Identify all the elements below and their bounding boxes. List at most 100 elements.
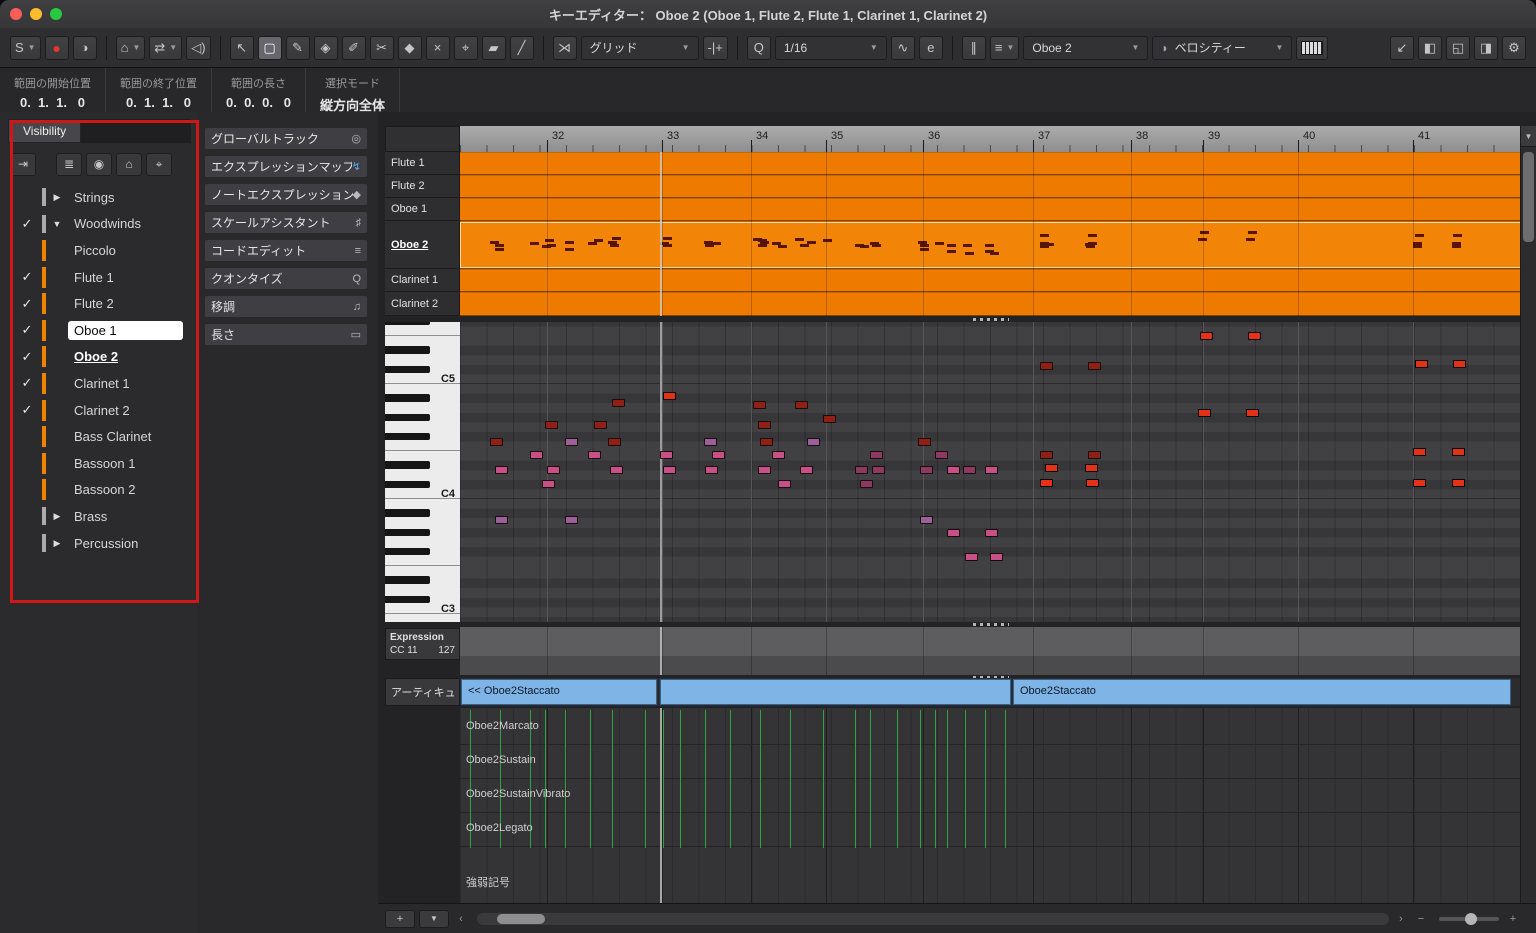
range-length-value[interactable]: 0. 0. 0. 0 — [226, 95, 291, 110]
midi-note[interactable] — [610, 466, 623, 474]
pin-button[interactable]: ⇥ — [10, 153, 36, 176]
folder-closed-icon[interactable]: ▶ — [46, 511, 68, 522]
midi-note[interactable] — [1088, 362, 1101, 370]
lane-label[interactable]: Clarinet 1 — [385, 269, 460, 292]
midi-note[interactable] — [800, 466, 813, 474]
midi-part[interactable] — [460, 221, 1521, 269]
range-end-value[interactable]: 0. 1. 1. 0 — [120, 95, 197, 110]
track-name[interactable]: Woodwinds — [68, 214, 183, 233]
articulation-event[interactable] — [823, 710, 824, 848]
midi-note[interactable] — [594, 421, 607, 429]
track-name[interactable]: Bass Clarinet — [68, 427, 183, 446]
range-tool-button[interactable]: ▢ — [258, 36, 282, 60]
controller-lane-setup-button[interactable]: ▼ — [419, 910, 449, 928]
visibility-checkbox[interactable]: ✓ — [12, 375, 42, 391]
midi-note[interactable] — [760, 438, 773, 446]
track-name[interactable]: Oboe 2 — [68, 347, 183, 366]
zoom-in-button[interactable]: + — [1505, 910, 1521, 928]
midi-note[interactable] — [753, 401, 766, 409]
midi-note[interactable] — [612, 399, 625, 407]
folder-closed-icon[interactable]: ▶ — [46, 192, 68, 203]
articulation-lane-label[interactable]: アーティキュ — [385, 678, 460, 706]
midi-note[interactable] — [963, 466, 976, 474]
timeline-ruler[interactable]: 32333435363738394041 — [460, 126, 1521, 152]
midi-note[interactable] — [1040, 479, 1053, 487]
zoom-slider[interactable] — [1439, 917, 1499, 921]
vertical-scrollbar-thumb[interactable] — [1523, 152, 1534, 242]
visibility-item-brass[interactable]: ▶Brass — [0, 503, 197, 530]
visibility-item-flute-1[interactable]: ✓Flute 1 — [0, 264, 197, 291]
snap-button[interactable]: ⋊ — [553, 36, 577, 60]
white-key[interactable] — [385, 355, 460, 365]
scroll-left-button[interactable]: ‹ — [453, 910, 469, 928]
midi-note[interactable] — [965, 553, 978, 561]
visibility-item-piccolo[interactable]: Piccolo — [0, 237, 197, 264]
comp-tool-button[interactable]: ▰ — [482, 36, 506, 60]
folder-closed-icon[interactable]: ▶ — [46, 538, 68, 549]
piano-display-button[interactable] — [1296, 36, 1328, 60]
inspector-length-button[interactable]: 長さ▭ — [205, 324, 367, 345]
zoom-tool-button[interactable]: ⌖ — [454, 36, 478, 60]
part-borders-button[interactable]: ∥ — [962, 36, 986, 60]
white-key[interactable]: C3 — [385, 604, 460, 614]
visibility-item-strings[interactable]: ▶Strings — [0, 184, 197, 211]
audition-button[interactable]: ◁) — [186, 36, 210, 60]
midi-note[interactable] — [870, 451, 883, 459]
midi-note[interactable] — [1453, 360, 1466, 368]
ruler-options-button[interactable]: ▼ — [1521, 126, 1536, 147]
visibility-item-clarinet-1[interactable]: ✓ Clarinet 1 — [0, 370, 197, 397]
midi-note[interactable] — [1088, 451, 1101, 459]
track-name[interactable]: Clarinet 1 — [68, 374, 183, 393]
articulation-event[interactable] — [590, 710, 591, 848]
midi-note[interactable] — [608, 438, 621, 446]
left-zone-toggle-button[interactable]: ◧ — [1418, 36, 1442, 60]
visibility-checkbox[interactable]: ✓ — [12, 349, 42, 365]
white-key[interactable] — [385, 403, 460, 413]
articulation-region[interactable]: << Oboe2Staccato — [461, 679, 657, 705]
record-button[interactable]: ● — [45, 36, 69, 60]
midi-note[interactable] — [778, 480, 791, 488]
midi-note[interactable] — [495, 516, 508, 524]
visibility-item-bassoon-1[interactable]: Bassoon 1 — [0, 450, 197, 477]
quantize-button[interactable]: Q — [747, 36, 771, 60]
track-name[interactable]: Clarinet 2 — [68, 401, 183, 420]
black-key[interactable] — [385, 508, 460, 518]
minimize-button[interactable] — [30, 8, 42, 20]
swing-button[interactable]: ∿ — [891, 36, 915, 60]
midi-note[interactable] — [985, 529, 998, 537]
filter-list-button[interactable]: ≣ — [56, 153, 82, 176]
show-hide-tracks-button[interactable]: ◉ — [86, 153, 112, 176]
articulation-event[interactable] — [965, 710, 966, 848]
visibility-item-percussion[interactable]: ▶Percussion — [0, 530, 197, 557]
midi-note[interactable] — [935, 451, 948, 459]
black-key[interactable] — [385, 432, 460, 442]
midi-note[interactable] — [1200, 332, 1213, 340]
autoscroll-button[interactable]: ⇄ ▼ — [149, 36, 182, 60]
track-name[interactable]: Oboe 1 — [68, 321, 183, 340]
grid-relative-button[interactable]: -|+ — [703, 36, 728, 60]
visibility-checkbox[interactable]: ✓ — [12, 322, 42, 338]
midi-note[interactable] — [860, 480, 873, 488]
midi-note[interactable] — [565, 438, 578, 446]
articulation-event[interactable] — [730, 710, 731, 848]
erase-tool-button[interactable]: ◈ — [314, 36, 338, 60]
articulation-event[interactable] — [680, 710, 681, 848]
midi-note[interactable] — [1452, 479, 1465, 487]
articulation-region[interactable] — [660, 679, 1011, 705]
lane-label[interactable]: Oboe 2 — [385, 221, 460, 269]
articulation-event[interactable] — [870, 710, 871, 848]
quantize-panel-button[interactable]: e — [919, 36, 943, 60]
midi-note[interactable] — [823, 415, 836, 423]
search-tracks-button[interactable]: ⌖ — [146, 153, 172, 176]
white-key[interactable] — [385, 336, 460, 346]
inspector-scale-assistant-button[interactable]: スケールアシスタント♯ — [205, 212, 367, 233]
white-key[interactable] — [385, 566, 460, 576]
selection-mode-section[interactable]: 選択モード 縦方向全体 — [306, 68, 400, 112]
event-colors-dropdown[interactable]: ◗ ベロシティー ▼ — [1152, 36, 1292, 60]
midi-note[interactable] — [947, 466, 960, 474]
piano-roll-grid[interactable] — [460, 322, 1521, 622]
articulation-event[interactable] — [565, 710, 566, 848]
midi-note[interactable] — [565, 516, 578, 524]
articulation-event[interactable] — [760, 710, 761, 848]
articulation-event[interactable] — [935, 710, 936, 848]
